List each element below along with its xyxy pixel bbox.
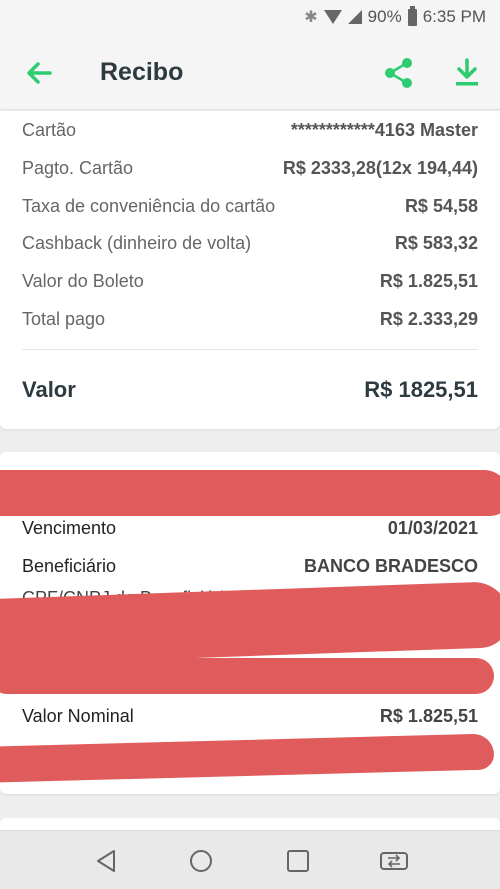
boleto-value-row: Valor do Boleto R$ 1.825,51	[22, 271, 478, 292]
card-payment-row: Pagto. Cartão R$ 2333,28(12x 194,44)	[22, 158, 478, 179]
battery-icon	[407, 5, 417, 26]
download-icon[interactable]	[450, 56, 484, 90]
row-label: Taxa de conveniência do cartão	[22, 196, 276, 216]
row-value: 01/03/2021	[387, 518, 478, 538]
redaction-mark	[0, 470, 500, 516]
row-value: R$ 2333,28(12x 194,44)	[282, 158, 478, 178]
nominal-value-row: Valor Nominal R$ 1.825,51	[22, 706, 478, 727]
total-label: Valor	[22, 377, 76, 402]
payment-details-card: Cartão ************4163 Master Pagto. Ca…	[0, 111, 500, 429]
back-arrow-icon[interactable]	[22, 56, 56, 90]
row-value: R$ 54,58	[404, 196, 478, 216]
status-bar: ✱ 90% 6:35 PM	[0, 0, 500, 36]
row-label: Vencimento	[22, 518, 117, 538]
signal-icon	[347, 10, 362, 24]
card-number-row: Cartão ************4163 Master	[22, 120, 478, 141]
beneficiary-row: Beneficiário BANCO BRADESCO	[22, 556, 478, 577]
row-value: R$ 583,32	[394, 233, 478, 253]
boleto-details-card: Vencimento 01/03/2021 Beneficiário BANCO…	[0, 452, 500, 794]
row-value: R$ 1.825,51	[379, 706, 478, 726]
row-value: BANCO BRADESCO	[303, 556, 478, 576]
row-value: R$ 1.825,51	[379, 271, 478, 291]
app-bar: Recibo	[0, 36, 500, 110]
clock: 6:35 PM	[422, 7, 486, 26]
navigation-bar	[0, 830, 500, 889]
total-paid-row: Total pago R$ 2.333,29	[22, 309, 478, 330]
convenience-fee-row: Taxa de conveniência do cartão R$ 54,58	[22, 196, 478, 217]
bluetooth-icon: ✱	[304, 9, 318, 26]
battery-percent: 90%	[367, 7, 402, 26]
due-date-row: Vencimento 01/03/2021	[22, 518, 478, 539]
page-title: Recibo	[100, 58, 184, 86]
status-icons: ✱ 90% 6:35 PM	[304, 5, 486, 27]
nav-switch-icon[interactable]	[378, 847, 410, 875]
redaction-mark	[0, 733, 495, 783]
wifi-icon	[323, 10, 342, 24]
cashback-row: Cashback (dinheiro de volta) R$ 583,32	[22, 233, 478, 254]
nav-recents-icon[interactable]	[284, 847, 312, 875]
row-label: Pagto. Cartão	[22, 158, 134, 178]
nav-home-icon[interactable]	[187, 847, 215, 875]
share-icon[interactable]	[382, 56, 416, 90]
row-label: Valor do Boleto	[22, 271, 144, 291]
redaction-mark	[0, 658, 494, 694]
row-label: Cartão	[22, 120, 77, 140]
row-label: Valor Nominal	[22, 706, 134, 726]
row-label: Beneficiário	[22, 556, 117, 576]
row-label: Total pago	[22, 309, 106, 329]
row-value: R$ 2.333,29	[379, 309, 478, 329]
divider	[22, 349, 478, 350]
total-value-row: Valor R$ 1825,51	[22, 377, 478, 403]
total-value: R$ 1825,51	[364, 377, 478, 402]
nav-back-icon[interactable]	[92, 847, 120, 875]
row-value: ************4163 Master	[290, 120, 478, 140]
row-label: Cashback (dinheiro de volta)	[22, 233, 252, 253]
